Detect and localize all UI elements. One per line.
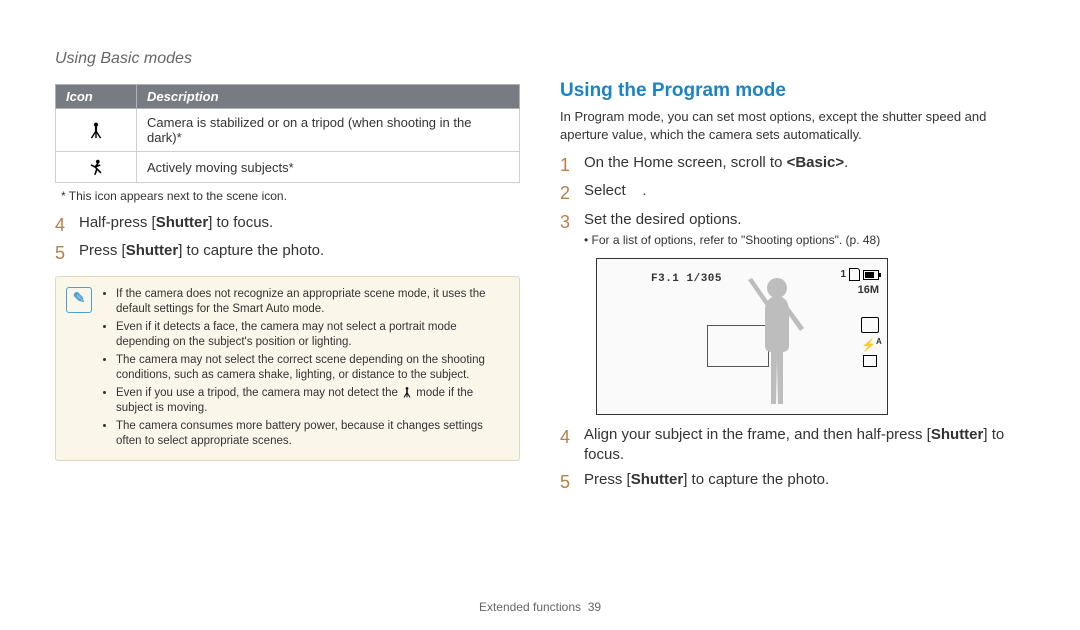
footer-section: Extended functions [479, 600, 581, 614]
single-shot-icon [863, 355, 877, 367]
section-heading-program-mode: Using the Program mode [560, 80, 1025, 102]
step-3: 3 Set the desired options. For a list of… [560, 210, 1025, 248]
note-item: The camera may not select the correct sc… [116, 353, 509, 384]
battery-icon [863, 270, 879, 280]
step-text: On the Home screen, scroll to <Basic>. [584, 153, 848, 177]
resolution-badge: 16M [840, 282, 879, 299]
step-4: 4 Align your subject in the frame, and t… [560, 425, 1025, 466]
left-column: Icon Description Camera is stabilized or… [55, 80, 520, 498]
footer-page-number: 39 [588, 600, 601, 614]
icon-description-table: Icon Description Camera is stabilized or… [55, 84, 520, 183]
subject-silhouette-icon [742, 274, 812, 409]
right-steps-continued: 4 Align your subject in the frame, and t… [560, 425, 1025, 494]
table-row: Actively moving subjects* [56, 152, 520, 183]
table-header-description: Description [137, 85, 520, 109]
step-number: 5 [560, 470, 574, 494]
table-header-icon: Icon [56, 85, 137, 109]
right-column: Using the Program mode In Program mode, … [560, 80, 1025, 498]
table-cell-description: Camera is stabilized or on a tripod (whe… [137, 109, 520, 152]
step-text: Set the desired options. For a list of o… [584, 210, 880, 248]
note-icon: ✎ [66, 287, 92, 313]
step-5: 5 Press [Shutter] to capture the photo. [55, 241, 520, 265]
step-text: Press [Shutter] to capture the photo. [584, 470, 829, 494]
face-detect-icon [861, 317, 879, 333]
step-number: 2 [560, 181, 574, 205]
step-4: 4 Half-press [Shutter] to focus. [55, 213, 520, 237]
step-text: Press [Shutter] to capture the photo. [79, 241, 324, 265]
step-text: Align your subject in the frame, and the… [584, 425, 1025, 466]
step-5: 5 Press [Shutter] to capture the photo. [560, 470, 1025, 494]
step-1: 1 On the Home screen, scroll to <Basic>. [560, 153, 1025, 177]
step-subbullet: For a list of options, refer to "Shootin… [584, 232, 880, 248]
step-2: 2 Select . [560, 181, 1025, 205]
note-box: ✎ If the camera does not recognize an ap… [55, 276, 520, 461]
note-item: Even if it detects a face, the camera ma… [116, 320, 509, 351]
right-steps: 1 On the Home screen, scroll to <Basic>.… [560, 153, 1025, 248]
step-number: 1 [560, 153, 574, 177]
section-intro: In Program mode, you can set most option… [560, 108, 1025, 143]
page-header: Using Basic modes [55, 50, 1025, 68]
table-cell-description: Actively moving subjects* [137, 152, 520, 183]
page-footer: Extended functions 39 [0, 600, 1080, 614]
step-number: 5 [55, 241, 69, 265]
note-item: Even if you use a tripod, the camera may… [116, 386, 509, 417]
exposure-readout: F3.1 1/305 [651, 273, 722, 285]
step-number: 4 [55, 213, 69, 237]
table-footnote: * This icon appears next to the scene ic… [61, 189, 518, 203]
camera-display-figure: F3.1 1/305 1 16M ⚡A [596, 258, 888, 415]
step-text: Select . [584, 181, 647, 205]
tripod-person-icon [87, 121, 105, 139]
shots-remaining: 1 [840, 267, 846, 282]
sd-card-icon [849, 268, 860, 281]
left-steps: 4 Half-press [Shutter] to focus. 5 Press… [55, 213, 520, 266]
note-list: If the camera does not recognize an appr… [102, 285, 509, 452]
running-person-icon [87, 158, 105, 176]
step-number: 4 [560, 425, 574, 466]
table-row: Camera is stabilized or on a tripod (whe… [56, 109, 520, 152]
step-text: Half-press [Shutter] to focus. [79, 213, 273, 237]
note-item: The camera consumes more battery power, … [116, 419, 509, 450]
flash-auto-icon: ⚡A [861, 337, 877, 351]
note-item: If the camera does not recognize an appr… [116, 287, 509, 318]
step-number: 3 [560, 210, 574, 248]
status-cluster: 1 16M [840, 267, 879, 299]
